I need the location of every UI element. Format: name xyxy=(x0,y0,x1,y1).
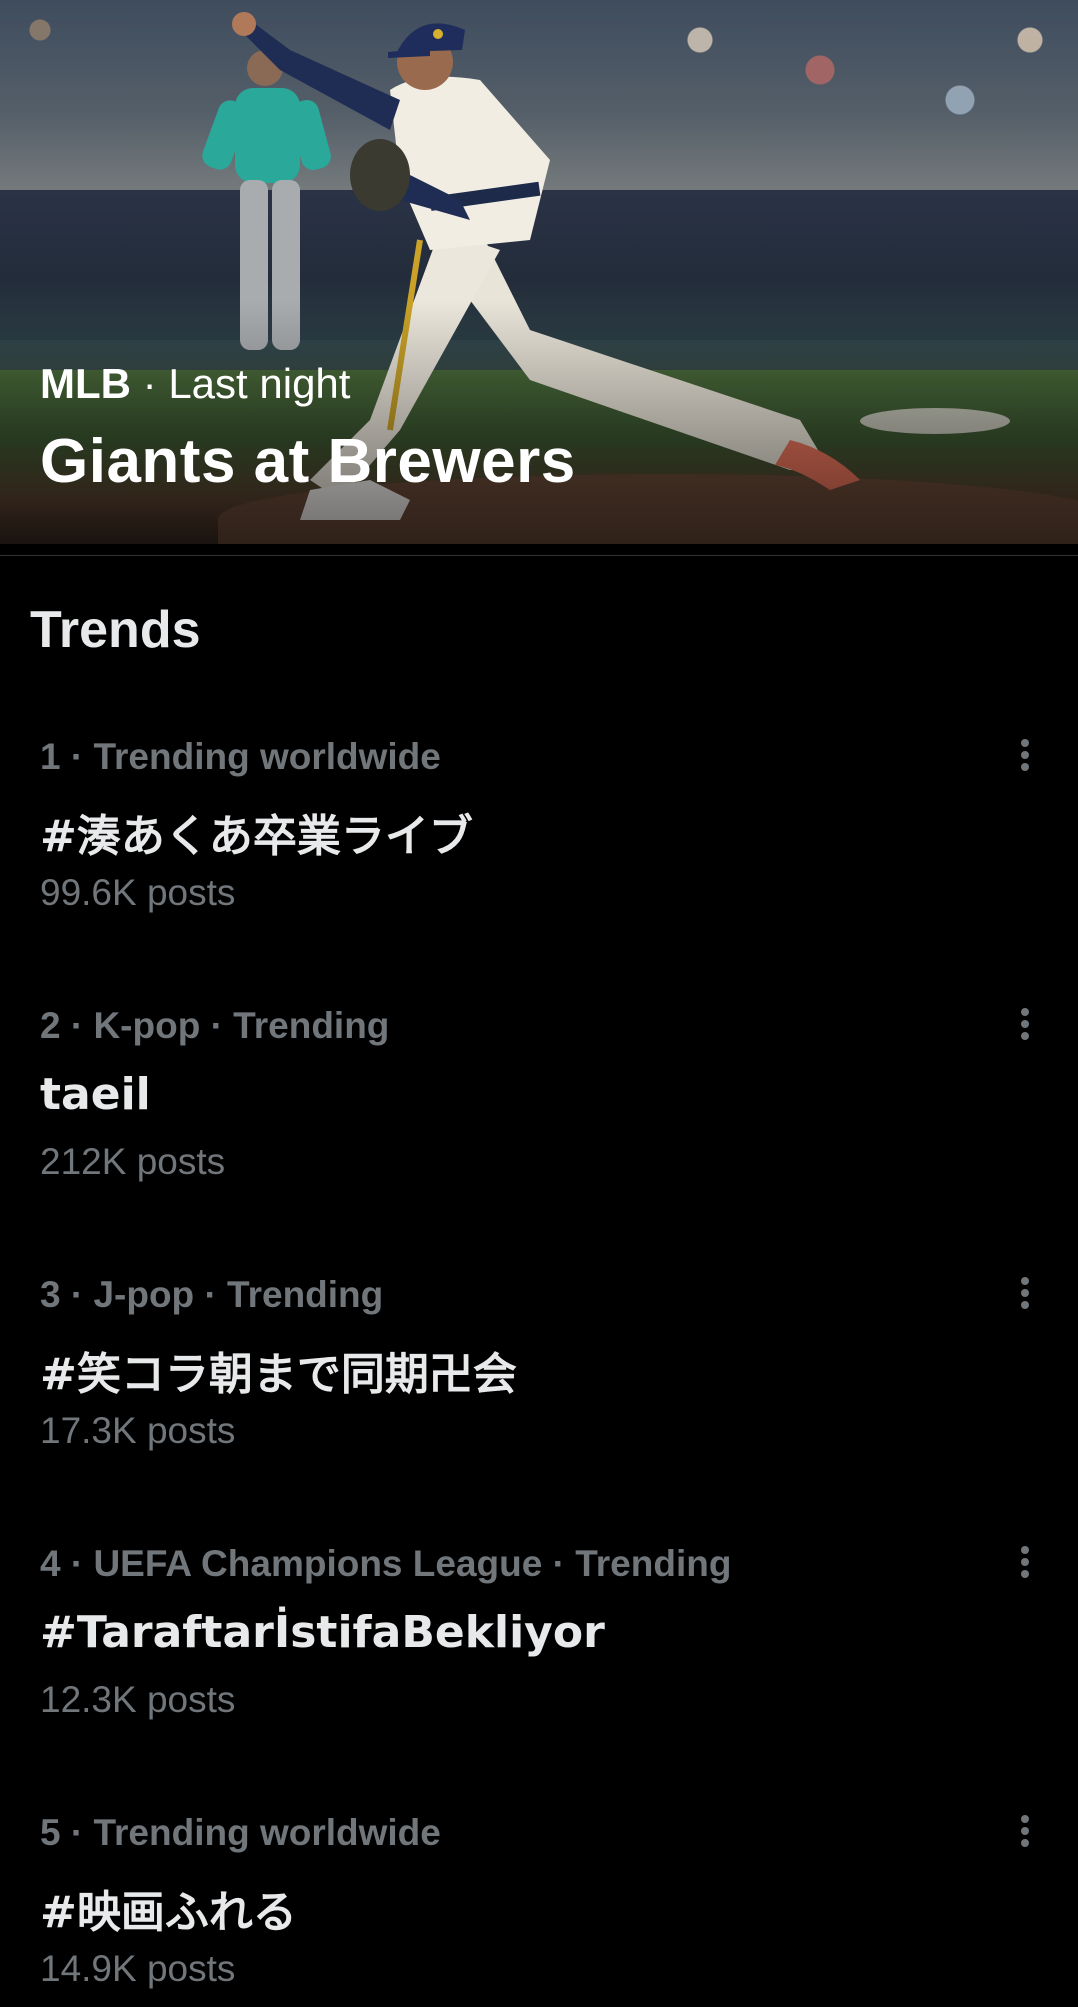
event-separator: · xyxy=(142,360,157,407)
trend-post-count: 14.9K posts xyxy=(40,1948,236,1989)
trend-name: #Taraftarİstifa­Bekliyor xyxy=(40,1607,605,1658)
event-meta: MLB · Last night xyxy=(40,360,350,408)
trends-heading: Trends xyxy=(30,601,201,659)
more-options-button[interactable] xyxy=(1000,1537,1050,1587)
trend-name: #笑コラ朝まで同期卍会 xyxy=(40,1349,517,1400)
trend-context: 2 · K-pop · Trending xyxy=(40,1005,390,1046)
trend-name: #映画ふれる xyxy=(40,1887,297,1938)
more-options-button[interactable] xyxy=(1000,999,1050,1049)
trend-context: 3 · J-pop · Trending xyxy=(40,1274,384,1315)
trend-post-count: 212K posts xyxy=(40,1141,226,1182)
trend-context: 5 · Trending worldwide xyxy=(40,1812,441,1853)
more-options-button[interactable] xyxy=(1000,1806,1050,1856)
trend-item[interactable]: 4 · UEFA Champions League · Trending #Ta… xyxy=(0,1543,1078,1812)
trend-post-count: 17.3K posts xyxy=(40,1410,236,1451)
more-options-button[interactable] xyxy=(1000,730,1050,780)
more-vertical-icon xyxy=(1021,1277,1029,1309)
trend-name: #湊あくあ卒業ライブ xyxy=(40,811,473,862)
section-divider xyxy=(0,555,1078,556)
event-time: Last night xyxy=(168,360,351,407)
more-vertical-icon xyxy=(1021,739,1029,771)
more-options-button[interactable] xyxy=(1000,1268,1050,1318)
event-title: Giants at Brewers xyxy=(40,427,576,496)
trend-item[interactable]: 1 · Trending worldwide #湊あくあ卒業ライブ 99.6K … xyxy=(0,736,1078,1005)
trend-post-count: 12.3K posts xyxy=(40,1679,236,1720)
trend-post-count: 99.6K posts xyxy=(40,872,236,913)
more-vertical-icon xyxy=(1021,1546,1029,1578)
hero-gradient-overlay xyxy=(0,300,1078,544)
more-vertical-icon xyxy=(1021,1815,1029,1847)
trend-item[interactable]: 5 · Trending worldwide #映画ふれる 14.9K post… xyxy=(0,1812,1078,2007)
trend-name: taeil xyxy=(40,1069,151,1120)
trend-context: 1 · Trending worldwide xyxy=(40,736,441,777)
trend-item[interactable]: 3 · J-pop · Trending #笑コラ朝まで同期卍会 17.3K p… xyxy=(0,1274,1078,1543)
event-league: MLB xyxy=(40,360,131,407)
trend-item[interactable]: 2 · K-pop · Trending taeil 212K posts xyxy=(0,1005,1078,1274)
event-hero-card[interactable]: MLB · Last night Giants at Brewers xyxy=(0,0,1078,544)
more-vertical-icon xyxy=(1021,1008,1029,1040)
trend-context: 4 · UEFA Champions League · Trending xyxy=(40,1543,732,1584)
